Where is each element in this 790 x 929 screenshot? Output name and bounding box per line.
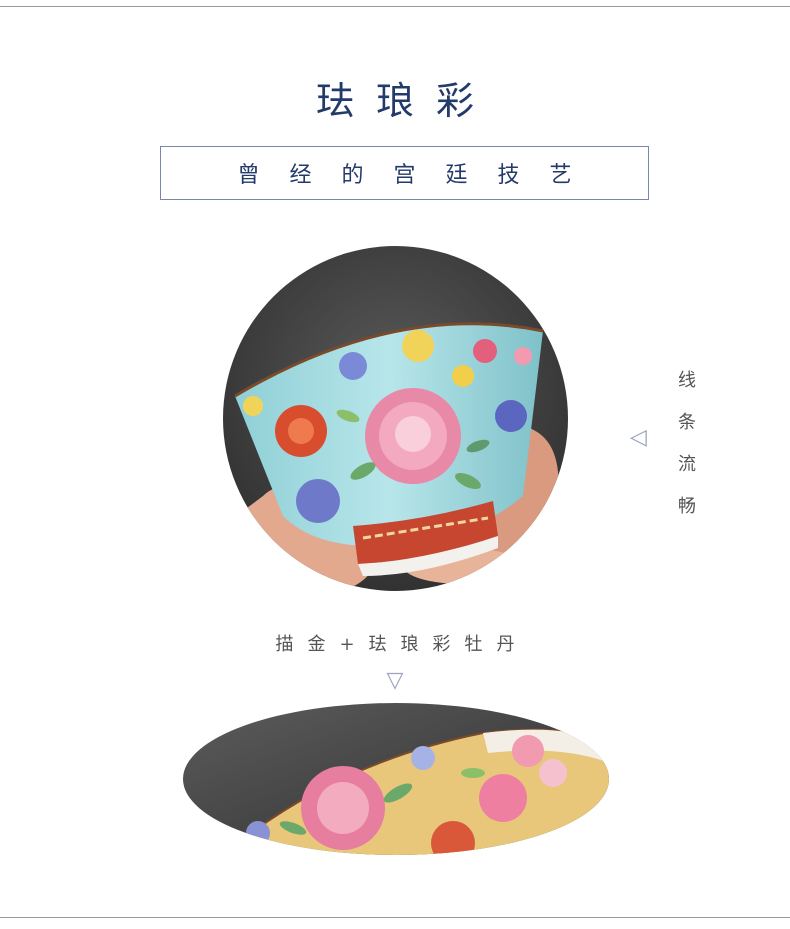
subtitle-text: 曾经的宫廷技艺 [237,163,602,188]
caption-text: 描金+珐琅彩牡丹 [275,634,529,655]
bottom-divider [0,917,790,918]
triangle-left-icon: ◁ [630,425,647,450]
top-divider [0,6,790,7]
subtitle-frame: 曾经的宫廷技艺 [160,146,649,200]
yellow-cup-image [183,703,609,855]
cup-photo-circle [223,246,568,591]
triangle-down-icon: ▽ [386,668,404,693]
side-char: 流 [678,454,696,475]
side-char: 条 [678,412,696,433]
side-char: 线 [678,370,696,391]
side-caption: 线 条 流 畅 [675,360,699,528]
side-char: 畅 [678,496,696,517]
cup-photo-oval [183,703,609,855]
turquoise-cup-image [223,246,568,591]
page-title: 珐琅彩 [315,79,496,123]
